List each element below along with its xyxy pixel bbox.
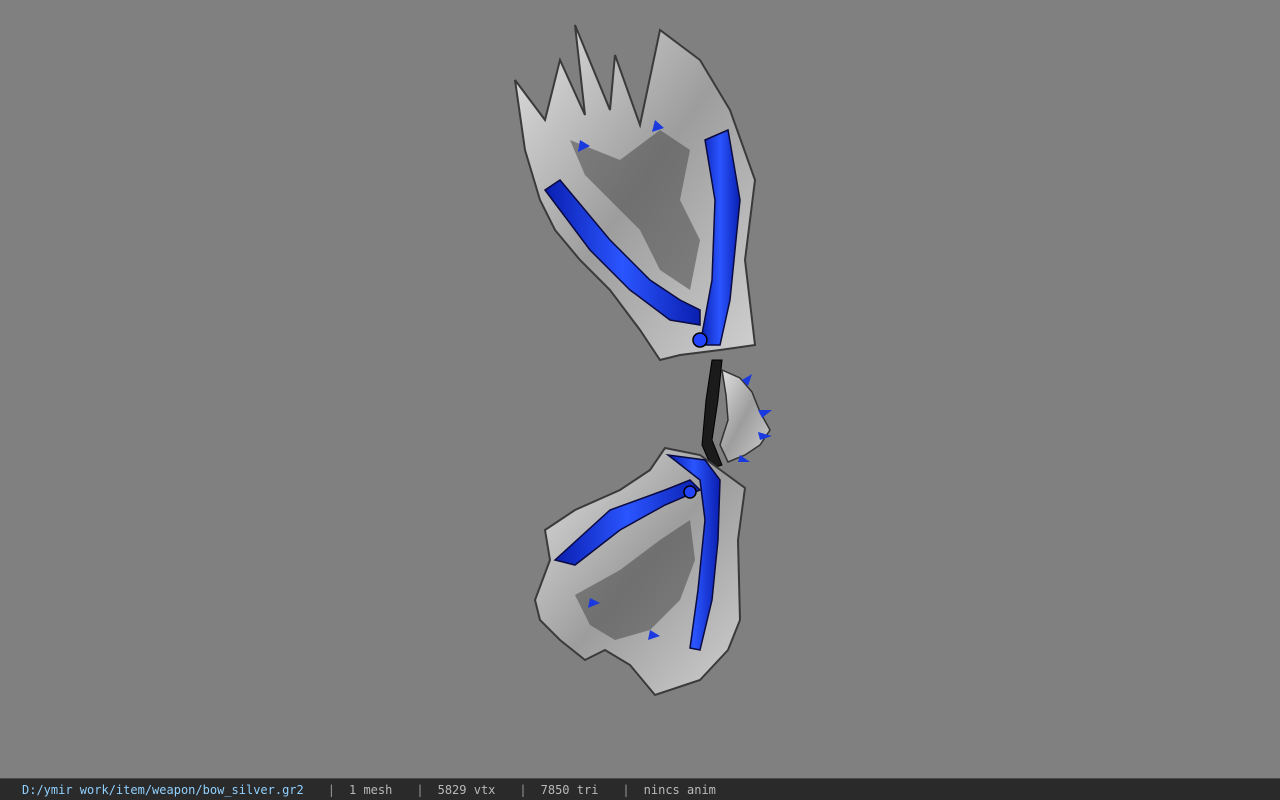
status-separator: | [519, 782, 527, 797]
status-separator: | [622, 782, 630, 797]
model-viewport[interactable] [0, 0, 1280, 778]
bow-model[interactable] [0, 0, 1280, 778]
status-bar: D:/ymir work/item/weapon/bow_silver.gr2 … [0, 778, 1280, 800]
bow-grip [701, 359, 772, 469]
triangle-count: 7850 tri [540, 782, 599, 797]
bow-lower-limb [533, 446, 747, 697]
animation-status: nincs anim [643, 782, 716, 797]
vertex-count: 5829 vtx [437, 782, 496, 797]
status-separator: | [327, 782, 335, 797]
mesh-count: 1 mesh [349, 782, 393, 797]
bow-upper-limb [514, 24, 757, 362]
file-path: D:/ymir work/item/weapon/bow_silver.gr2 [22, 782, 304, 797]
status-separator: | [416, 782, 424, 797]
